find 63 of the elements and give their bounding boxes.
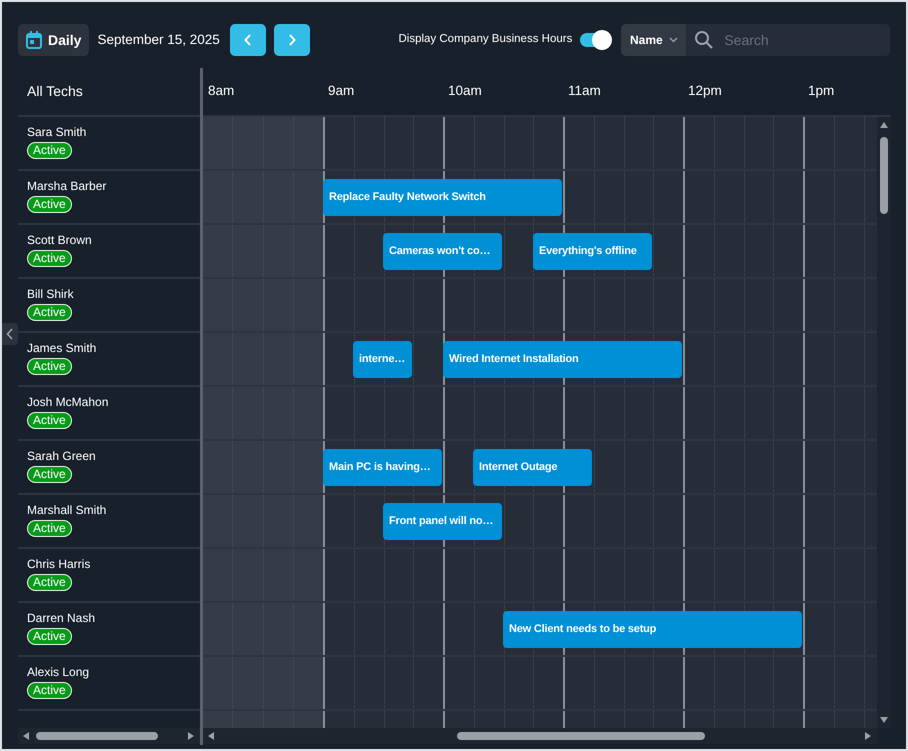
appointment-block[interactable]: Main PC is having… [323, 449, 442, 486]
search-input[interactable]: Search [722, 28, 882, 52]
tech-name: Marsha Barber [27, 178, 108, 194]
chevron-left-icon [244, 34, 252, 46]
status-badge: Active [27, 628, 72, 645]
tech-name: Marshall Smith [27, 502, 108, 518]
scroll-left-icon[interactable] [208, 732, 214, 740]
hour-label: 9am [327, 82, 356, 100]
scrollbar-thumb[interactable] [457, 732, 705, 740]
hour-label: 1pm [807, 82, 836, 100]
chevron-right-icon [288, 34, 296, 46]
search-field[interactable]: Search [686, 24, 890, 56]
tech-name: Sara Smith [27, 124, 88, 140]
caret-icon [668, 37, 678, 43]
tech-name: Scott Brown [27, 232, 93, 248]
scroll-up-icon[interactable] [880, 122, 888, 128]
collapse-button[interactable] [2, 323, 18, 345]
appointment-block[interactable]: Internet Outage [473, 449, 592, 486]
appointment-block[interactable]: New Client needs to be setup [503, 611, 802, 648]
tech-name: Sarah Green [27, 448, 97, 464]
appointment-block[interactable]: Cameras won't co… [383, 233, 502, 270]
status-badge: Active [27, 574, 72, 591]
tech-name: Josh McMahon [27, 394, 110, 410]
toggle-label: Display Company Business Hours [398, 32, 572, 48]
scroll-right-icon[interactable] [188, 732, 194, 740]
previous-button[interactable] [230, 24, 266, 56]
tech-name: Bill Shirk [27, 286, 75, 302]
hour-label: 12pm [687, 82, 723, 100]
status-badge: Active [27, 142, 72, 159]
status-badge: Active [27, 304, 72, 321]
business-hours-toggle[interactable] [580, 30, 612, 50]
column-header: All Techs [26, 82, 83, 101]
scroll-left-icon[interactable] [23, 732, 29, 740]
appointment-block[interactable]: interne… [353, 341, 412, 378]
field-dropdown[interactable]: Name [621, 24, 686, 56]
tech-name: Darren Nash [27, 610, 96, 626]
search-icon [694, 30, 714, 50]
tech-name: Alexis Long [27, 664, 90, 680]
hour-label: 8am [207, 82, 236, 100]
status-badge: Active [27, 682, 72, 699]
status-badge: Active [27, 412, 72, 429]
hour-label: 10am [447, 82, 483, 100]
appointment-block[interactable]: Replace Faulty Network Switch [323, 179, 562, 216]
status-badge: Active [27, 250, 72, 267]
next-button[interactable] [274, 24, 310, 56]
status-badge: Active [27, 358, 72, 375]
appointment-block[interactable]: Everything's offline [533, 233, 652, 270]
status-badge: Active [27, 466, 72, 483]
status-badge: Active [27, 196, 72, 213]
status-badge: Active [27, 520, 72, 537]
calendar-icon [26, 31, 42, 49]
scrollbar-thumb[interactable] [36, 732, 158, 740]
tech-name: Chris Harris [27, 556, 92, 572]
scroll-right-icon[interactable] [865, 732, 871, 740]
tech-name: James Smith [27, 340, 98, 356]
appointment-block[interactable]: Wired Internet Installation [443, 341, 682, 378]
scrollbar-thumb[interactable] [880, 137, 888, 214]
chevron-left-icon [6, 328, 14, 340]
date-label: September 15, 2025 [97, 30, 221, 49]
appointment-block[interactable]: Front panel will no… [383, 503, 502, 540]
view-button[interactable]: Daily [18, 24, 90, 56]
hour-label: 11am [567, 82, 602, 100]
scroll-down-icon[interactable] [880, 717, 888, 723]
